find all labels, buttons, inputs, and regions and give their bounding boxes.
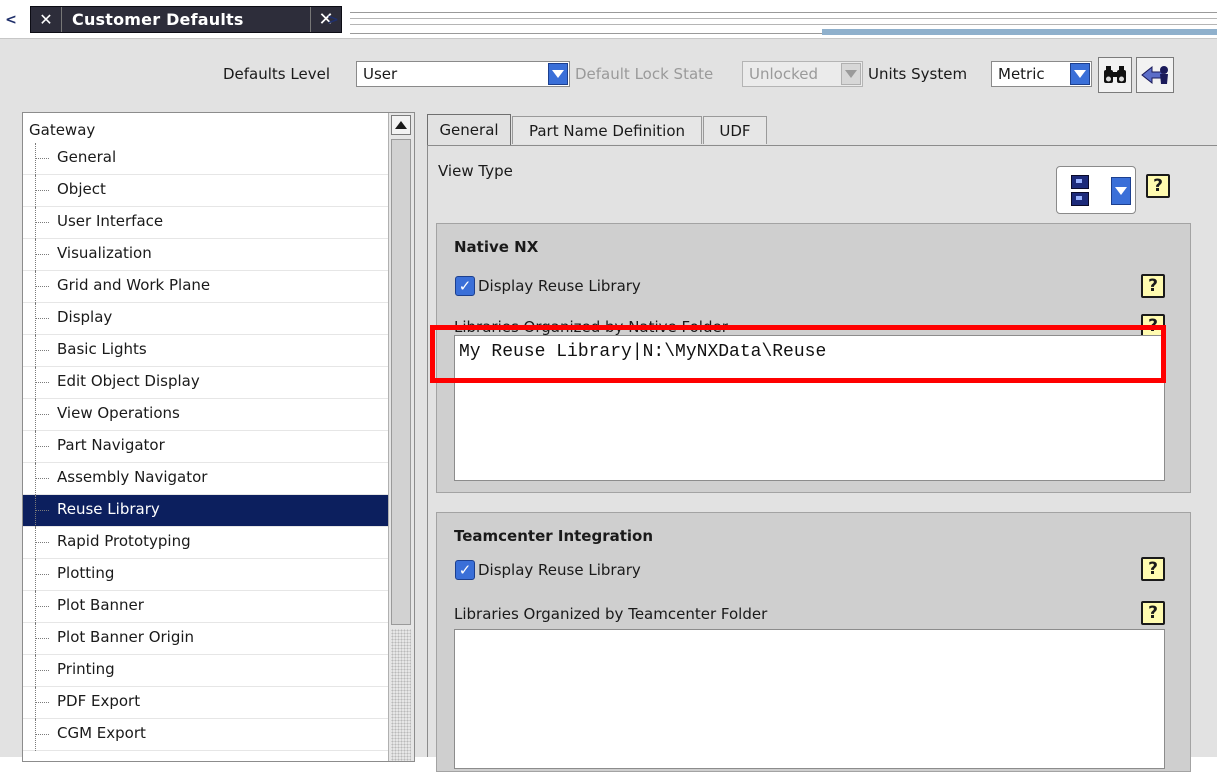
highlight-box: [430, 325, 1166, 383]
view-type-select[interactable]: [1056, 166, 1136, 214]
teamcenter-integration-title: Teamcenter Integration: [454, 527, 654, 545]
tree-item[interactable]: User Interface: [23, 207, 391, 239]
tree-item[interactable]: Assembly Navigator: [23, 463, 391, 495]
toolbar: Defaults Level User Default Lock State U…: [0, 39, 1217, 109]
native-display-reuse-library-checkbox[interactable]: ✓ Display Reuse Library: [455, 276, 641, 296]
checkbox-checked-icon[interactable]: ✓: [455, 560, 475, 580]
customer-defaults-dialog: Defaults Level User Default Lock State U…: [0, 38, 1217, 772]
chevron-down-icon[interactable]: [1111, 177, 1131, 205]
tree-item[interactable]: Display: [23, 303, 391, 335]
tab-part-name-definition[interactable]: Part Name Definition: [512, 116, 702, 144]
scrollbar-thumb[interactable]: [391, 139, 411, 625]
defaults-level-value: User: [363, 65, 398, 83]
lock-state-select: Unlocked: [742, 61, 863, 87]
nav-prev-button[interactable]: <: [4, 10, 18, 30]
scrollbar-track[interactable]: [391, 629, 411, 761]
tree-item[interactable]: PDF Export: [23, 687, 391, 719]
chevron-down-icon[interactable]: [548, 63, 568, 85]
tree-item[interactable]: Plot Banner: [23, 591, 391, 623]
defaults-level-select[interactable]: User: [356, 61, 570, 87]
tree-root-gateway[interactable]: Gateway: [29, 121, 95, 139]
title-bar-accent: [822, 29, 1217, 35]
tree-scrollbar[interactable]: [388, 113, 414, 761]
teamcenter-libraries-textarea[interactable]: [454, 629, 1165, 769]
units-system-value: Metric: [998, 65, 1045, 83]
find-button[interactable]: [1098, 57, 1132, 93]
teamcenter-libraries-label: Libraries Organized by Teamcenter Folder: [454, 605, 768, 623]
general-tab-panel: View Type ? Native NX ✓ Display Reuse Li…: [427, 145, 1217, 772]
scroll-up-icon[interactable]: [391, 115, 411, 135]
back-button[interactable]: [1136, 57, 1174, 93]
tab-udf[interactable]: UDF: [703, 116, 767, 144]
tree-item[interactable]: Plot Banner Origin: [23, 623, 391, 655]
chevron-down-icon[interactable]: [1070, 63, 1090, 85]
chevron-down-icon: [841, 63, 861, 85]
tree-item[interactable]: Plotting: [23, 559, 391, 591]
teamcenter-display-reuse-library-checkbox[interactable]: ✓ Display Reuse Library: [455, 560, 641, 580]
units-system-select[interactable]: Metric: [991, 61, 1092, 87]
tree-item[interactable]: Rapid Prototyping: [23, 527, 391, 559]
tiles-icon: [1071, 175, 1093, 206]
tree-item[interactable]: Grid and Work Plane: [23, 271, 391, 303]
customer-defaults-tab[interactable]: ✕ Customer Defaults ✕: [30, 6, 342, 33]
tree-item-selected[interactable]: Reuse Library: [23, 495, 391, 527]
help-icon[interactable]: ?: [1141, 601, 1165, 625]
tree-items: General Object User Interface Visualizat…: [23, 143, 391, 751]
teamcenter-display-reuse-library-label: Display Reuse Library: [478, 561, 641, 579]
title-bar: < ✕ Customer Defaults ✕ >: [0, 0, 1217, 38]
tree-item[interactable]: View Operations: [23, 399, 391, 431]
lock-state-label: Default Lock State: [575, 65, 714, 83]
tree-item[interactable]: Visualization: [23, 239, 391, 271]
tree-item[interactable]: Edit Object Display: [23, 367, 391, 399]
lock-state-value: Unlocked: [749, 65, 818, 83]
native-display-reuse-library-label: Display Reuse Library: [478, 277, 641, 295]
help-icon[interactable]: ?: [1141, 557, 1165, 581]
tab-general[interactable]: General: [427, 114, 511, 145]
category-tree[interactable]: Gateway General Object User Interface Vi…: [22, 112, 415, 762]
arrow-back-icon: [1141, 65, 1168, 85]
tree-item[interactable]: General: [23, 143, 391, 175]
window-title: Customer Defaults: [72, 10, 244, 29]
tree-item[interactable]: Part Navigator: [23, 431, 391, 463]
nav-next-button[interactable]: >: [326, 10, 340, 30]
tree-item[interactable]: Printing: [23, 655, 391, 687]
tree-item[interactable]: CGM Export: [23, 719, 391, 751]
tree-item[interactable]: Object: [23, 175, 391, 207]
checkbox-checked-icon[interactable]: ✓: [455, 276, 475, 296]
binoculars-icon: [1104, 66, 1126, 83]
tree-item[interactable]: Basic Lights: [23, 335, 391, 367]
units-system-label: Units System: [868, 65, 968, 83]
native-nx-title: Native NX: [454, 238, 539, 256]
view-type-label: View Type: [438, 162, 513, 180]
pin-icon[interactable]: ✕: [31, 7, 62, 32]
defaults-level-label: Defaults Level: [223, 65, 330, 83]
help-icon[interactable]: ?: [1141, 274, 1165, 298]
help-icon[interactable]: ?: [1146, 174, 1170, 198]
teamcenter-integration-group: Teamcenter Integration ✓ Display Reuse L…: [436, 512, 1191, 772]
